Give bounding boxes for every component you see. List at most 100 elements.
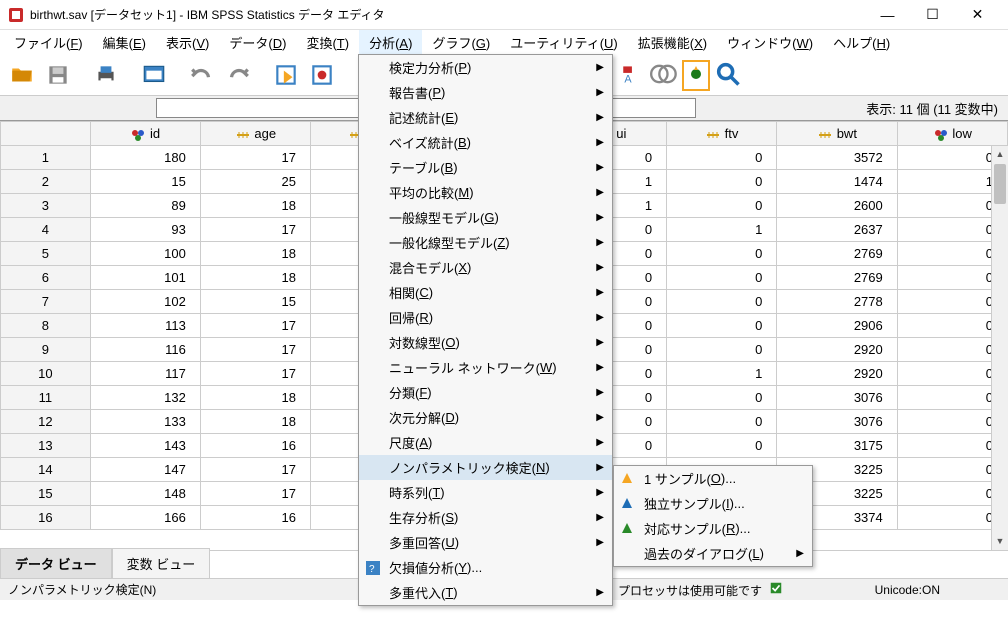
menu-item-z[interactable]: 一般化線型モデル(Z)▶	[359, 230, 612, 255]
menu-a[interactable]: 分析(A)	[359, 30, 422, 55]
cell[interactable]: 0	[667, 410, 777, 434]
cell[interactable]: 16	[200, 434, 310, 458]
cell[interactable]: 166	[90, 506, 200, 530]
weight-cases-button[interactable]	[682, 60, 710, 91]
maximize-button[interactable]: ☐	[910, 1, 955, 29]
cell[interactable]: 17	[200, 146, 310, 170]
cell[interactable]: 3076	[777, 386, 897, 410]
goto-case-button[interactable]	[270, 59, 302, 91]
cell[interactable]: 2920	[777, 338, 897, 362]
cell[interactable]: 0	[667, 266, 777, 290]
row-number[interactable]: 12	[1, 410, 91, 434]
cell[interactable]: 117	[90, 362, 200, 386]
menu-item-u[interactable]: 多重回答(U)▶	[359, 530, 612, 555]
column-header-bwt[interactable]: bwt	[777, 122, 897, 146]
save-button[interactable]	[42, 59, 74, 91]
cell[interactable]: 18	[200, 386, 310, 410]
column-header-age[interactable]: age	[200, 122, 310, 146]
menu-item-s[interactable]: 生存分析(S)▶	[359, 505, 612, 530]
cell[interactable]: 25	[200, 170, 310, 194]
menu-d[interactable]: データ(D)	[219, 30, 296, 55]
cell[interactable]: 0	[667, 290, 777, 314]
cell[interactable]: 0	[667, 386, 777, 410]
submenu-item-i[interactable]: 独立サンプル(I)...	[614, 491, 812, 516]
scroll-thumb-v[interactable]	[994, 164, 1006, 204]
undo-button[interactable]	[186, 59, 218, 91]
menu-item-f[interactable]: 分類(F)▶	[359, 380, 612, 405]
cell[interactable]: 17	[200, 482, 310, 506]
cell[interactable]: 3076	[777, 410, 897, 434]
column-header-id[interactable]: id	[90, 122, 200, 146]
corner-cell[interactable]	[1, 122, 91, 146]
cell[interactable]: 0	[667, 170, 777, 194]
cell[interactable]: 16	[200, 506, 310, 530]
cell[interactable]: 2769	[777, 266, 897, 290]
row-number[interactable]: 2	[1, 170, 91, 194]
cell[interactable]: 2920	[777, 362, 897, 386]
cell[interactable]: 2637	[777, 218, 897, 242]
cell[interactable]: 116	[90, 338, 200, 362]
menu-item-p[interactable]: 検定力分析(P)▶	[359, 55, 612, 80]
menu-h[interactable]: ヘルプ(H)	[823, 30, 900, 55]
cell[interactable]: 18	[200, 242, 310, 266]
menu-u[interactable]: ユーティリティ(U)	[500, 30, 628, 55]
cell[interactable]: 100	[90, 242, 200, 266]
submenu-item-l[interactable]: 過去のダイアログ(L)▶	[614, 541, 812, 566]
menu-g[interactable]: グラフ(G)	[422, 30, 500, 55]
menu-item-w[interactable]: ニューラル ネットワーク(W)▶	[359, 355, 612, 380]
menu-item-d[interactable]: 次元分解(D)▶	[359, 405, 612, 430]
menu-item-p[interactable]: 報告書(P)▶	[359, 80, 612, 105]
menu-v[interactable]: 表示(V)	[156, 30, 219, 55]
tab-variable-view[interactable]: 変数 ビュー	[112, 548, 211, 578]
cell[interactable]: 2769	[777, 242, 897, 266]
open-file-button[interactable]	[6, 59, 38, 91]
cell[interactable]: 3572	[777, 146, 897, 170]
row-number[interactable]: 8	[1, 314, 91, 338]
cell[interactable]: 89	[90, 194, 200, 218]
row-number[interactable]: 4	[1, 218, 91, 242]
menu-item-n[interactable]: ノンパラメトリック検定(N)▶	[359, 455, 612, 480]
row-number[interactable]: 10	[1, 362, 91, 386]
menu-item-t[interactable]: 多重代入(T)▶	[359, 580, 612, 605]
menu-item-t[interactable]: 時系列(T)▶	[359, 480, 612, 505]
cell[interactable]: 147	[90, 458, 200, 482]
menu-item-x[interactable]: 混合モデル(X)▶	[359, 255, 612, 280]
recall-dialog-button[interactable]	[138, 59, 170, 91]
cell[interactable]: 2778	[777, 290, 897, 314]
cell[interactable]: 17	[200, 362, 310, 386]
menu-item-e[interactable]: 記述統計(E)▶	[359, 105, 612, 130]
cell[interactable]: 1474	[777, 170, 897, 194]
menu-item-o[interactable]: 対数線型(O)▶	[359, 330, 612, 355]
menu-item-c[interactable]: 相関(C)▶	[359, 280, 612, 305]
tab-data-view[interactable]: データ ビュー	[0, 548, 112, 578]
cell[interactable]: 15	[90, 170, 200, 194]
cell[interactable]: 17	[200, 314, 310, 338]
cell[interactable]: 15	[200, 290, 310, 314]
menu-item-m[interactable]: 平均の比較(M)▶	[359, 180, 612, 205]
value-labels-button[interactable]: A	[620, 61, 646, 90]
cell[interactable]: 143	[90, 434, 200, 458]
cell[interactable]: 113	[90, 314, 200, 338]
cell[interactable]: 93	[90, 218, 200, 242]
submenu-item-r[interactable]: 対応サンプル(R)...	[614, 516, 812, 541]
cell[interactable]: 0	[667, 194, 777, 218]
submenu-item-o[interactable]: 1 サンプル(O)...	[614, 466, 812, 491]
row-number[interactable]: 15	[1, 482, 91, 506]
cell[interactable]: 0	[667, 146, 777, 170]
menu-e[interactable]: 編集(E)	[93, 30, 156, 55]
row-number[interactable]: 16	[1, 506, 91, 530]
minimize-button[interactable]: —	[865, 1, 910, 29]
cell[interactable]: 2600	[777, 194, 897, 218]
menu-t[interactable]: 変換(T)	[296, 30, 359, 55]
row-number[interactable]: 7	[1, 290, 91, 314]
column-header-low[interactable]: low	[897, 122, 1007, 146]
select-cases-button[interactable]	[650, 60, 678, 91]
cell[interactable]: 17	[200, 338, 310, 362]
cell[interactable]: 3175	[777, 434, 897, 458]
cell[interactable]: 1	[667, 218, 777, 242]
cell[interactable]: 1	[667, 362, 777, 386]
cell[interactable]: 18	[200, 410, 310, 434]
row-number[interactable]: 5	[1, 242, 91, 266]
scroll-up-arrow[interactable]: ▲	[992, 146, 1008, 163]
goto-variable-button[interactable]	[306, 59, 338, 91]
